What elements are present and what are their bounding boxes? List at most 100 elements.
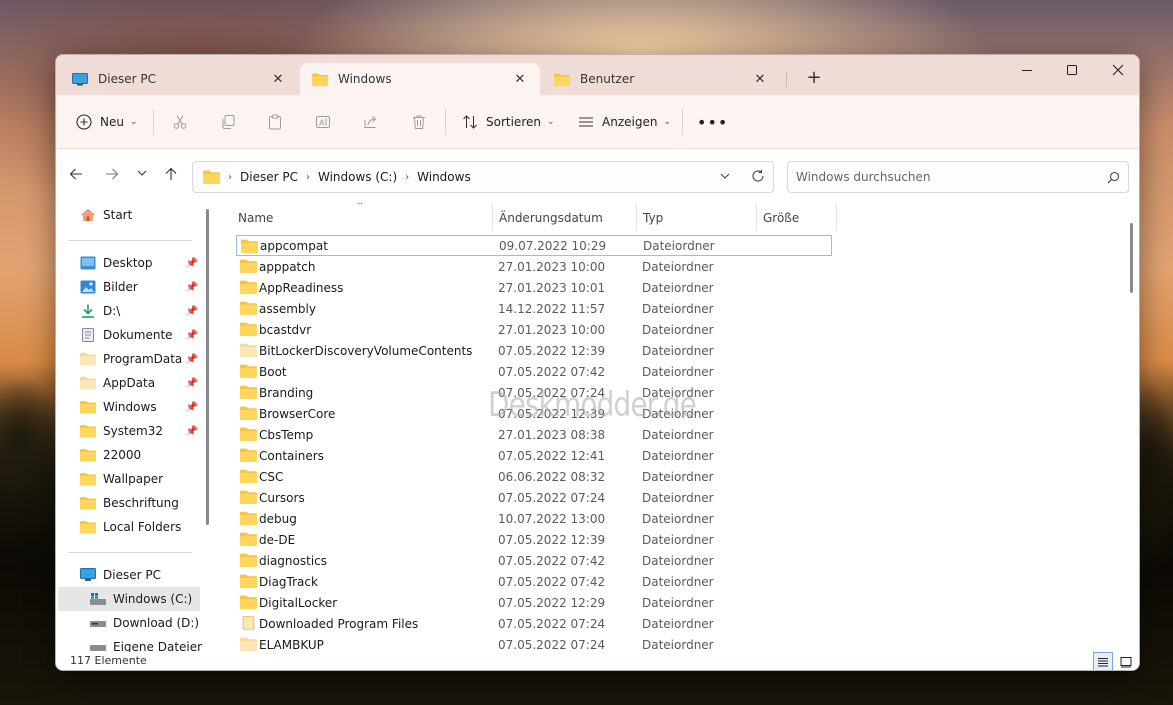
file-row[interactable]: apppatch 27.01.2023 10:00 Dateiordner [236, 256, 832, 277]
file-row[interactable]: AppReadiness 27.01.2023 10:01 Dateiordner [236, 277, 832, 298]
address-bar[interactable]: › Dieser PC › Windows (C:) › Windows [192, 161, 774, 193]
sidebar-item-d-drive[interactable]: D:\ 📌 [56, 299, 202, 323]
tab-benutzer[interactable]: Benutzer ✕ [542, 63, 780, 95]
sidebar-item-22000[interactable]: 22000 [56, 443, 202, 467]
paste-button[interactable] [267, 107, 283, 137]
column-header-name[interactable]: Name [238, 203, 494, 233]
sidebar-item-windows[interactable]: Windows 📌 [56, 395, 202, 419]
scrollbar-thumb[interactable] [206, 209, 209, 525]
sidebar-item-desktop[interactable]: Desktop 📌 [56, 251, 202, 275]
file-row[interactable]: appcompat 09.07.2022 10:29 Dateiordner [236, 235, 832, 256]
sidebar-item-home[interactable]: Start [56, 203, 202, 227]
sidebar-item-label: Dieser PC [103, 568, 161, 582]
column-divider[interactable] [836, 205, 837, 231]
tiles-view-button[interactable] [1116, 652, 1136, 670]
file-row[interactable]: CbsTemp 27.01.2023 08:38 Dateiordner [236, 424, 832, 445]
sidebar-item-bilder[interactable]: Bilder 📌 [56, 275, 202, 299]
breadcrumb-item[interactable]: Windows (C:) [318, 170, 397, 184]
column-divider[interactable] [492, 205, 493, 231]
maximize-button[interactable] [1049, 55, 1095, 85]
new-label: Neu [100, 115, 124, 129]
file-type: Dateiordner [642, 511, 714, 526]
details-view-button[interactable] [1093, 652, 1113, 670]
breadcrumb-item[interactable]: Windows [417, 170, 471, 184]
folder-icon [240, 343, 257, 357]
sidebar-item-drive-c[interactable]: Windows (C:) [58, 587, 200, 611]
column-divider[interactable] [756, 205, 757, 231]
recent-locations-button[interactable] [130, 167, 154, 187]
maximize-icon [1067, 65, 1077, 75]
sort-button[interactable]: Sortieren ⌄ [462, 107, 555, 137]
file-list-scrollbar[interactable] [1127, 205, 1135, 650]
file-row[interactable]: diagnostics 07.05.2022 07:42 Dateiordner [236, 550, 832, 571]
sidebar-item-drive-e[interactable]: Eigene Dateien (E [56, 635, 202, 652]
sidebar-scrollbar[interactable] [204, 205, 210, 650]
view-button[interactable]: Anzeigen ⌄ [578, 107, 671, 137]
address-dropdown-button[interactable] [719, 170, 731, 185]
back-button[interactable] [64, 167, 88, 187]
sidebar-item-label: Desktop [103, 256, 153, 270]
folder-icon [312, 73, 328, 86]
new-button[interactable]: Neu ⌄ [76, 107, 138, 137]
file-row[interactable]: bcastdvr 27.01.2023 10:00 Dateiordner [236, 319, 832, 340]
tab-windows[interactable]: Windows ✕ [300, 63, 540, 95]
new-tab-button[interactable]: + [800, 67, 828, 91]
delete-button[interactable] [411, 107, 427, 137]
sidebar-item-this-pc[interactable]: Dieser PC [56, 563, 202, 587]
file-row[interactable]: BrowserCore 07.05.2022 12:39 Dateiordner [236, 403, 832, 424]
arrow-right-icon [106, 168, 119, 180]
share-button[interactable] [363, 107, 379, 137]
close-icon[interactable]: ✕ [752, 72, 768, 87]
search-input[interactable] [796, 170, 1107, 184]
up-button[interactable] [159, 167, 183, 187]
close-icon[interactable]: ✕ [270, 72, 286, 87]
file-date: 09.07.2022 10:29 [499, 238, 607, 253]
file-row[interactable]: CSC 06.06.2022 08:32 Dateiordner [236, 466, 832, 487]
close-icon[interactable]: ✕ [512, 72, 528, 87]
column-header-type[interactable]: Typ [643, 203, 753, 233]
file-row[interactable]: Branding 07.05.2022 07:24 Dateiordner [236, 382, 832, 403]
sidebar-item-dokumente[interactable]: Dokumente 📌 [56, 323, 202, 347]
file-row[interactable]: Boot 07.05.2022 07:42 Dateiordner [236, 361, 832, 382]
refresh-button[interactable] [751, 169, 765, 186]
column-divider[interactable] [636, 205, 637, 231]
copy-button[interactable] [220, 107, 236, 137]
file-row[interactable]: BitLockerDiscoveryVolumeContents 07.05.20… [236, 340, 832, 361]
chevron-right-icon: › [405, 171, 410, 183]
chevron-down-icon [137, 170, 147, 176]
file-row[interactable]: DiagTrack 07.05.2022 07:42 Dateiordner [236, 571, 832, 592]
file-name: bcastdvr [259, 322, 312, 337]
folder-icon [203, 170, 220, 184]
file-row[interactable]: assembly 14.12.2022 11:57 Dateiordner [236, 298, 832, 319]
more-options-button[interactable]: ••• [697, 107, 728, 137]
forward-button[interactable] [100, 167, 124, 187]
file-row[interactable]: ELAMBKUP 07.05.2022 07:24 Dateiordner [236, 634, 832, 652]
sidebar-item-beschriftung[interactable]: Beschriftung [56, 491, 202, 515]
sidebar-item-local-folders[interactable]: Local Folders [56, 515, 202, 539]
sidebar-item-wallpaper[interactable]: Wallpaper [56, 467, 202, 491]
close-window-button[interactable] [1095, 55, 1139, 85]
minimize-button[interactable] [1004, 55, 1050, 85]
column-header-date[interactable]: Änderungsdatum [499, 203, 639, 233]
rename-button[interactable]: A [315, 107, 331, 137]
sidebar-item-programdata[interactable]: ProgramData 📌 [56, 347, 202, 371]
sidebar-item-label: Bilder [103, 280, 138, 294]
details-view-icon [1098, 658, 1108, 667]
navigation-pane: Start Desktop 📌 Bilder 📌 D:\ 📌 Dokumente… [56, 203, 202, 652]
home-icon [81, 209, 95, 221]
file-row[interactable]: Downloaded Program Files 07.05.2022 07:24… [236, 613, 832, 634]
pictures-icon [80, 280, 96, 294]
file-row[interactable]: Containers 07.05.2022 12:41 Dateiordner [236, 445, 832, 466]
sidebar-item-system32[interactable]: System32 📌 [56, 419, 202, 443]
sidebar-item-appdata[interactable]: AppData 📌 [56, 371, 202, 395]
tab-dieser-pc[interactable]: Dieser PC ✕ [60, 63, 298, 95]
breadcrumb-item[interactable]: Dieser PC [240, 170, 298, 184]
sidebar-item-drive-d[interactable]: Download (D:) [56, 611, 202, 635]
file-row[interactable]: DigitalLocker 07.05.2022 12:29 Dateiordner [236, 592, 832, 613]
scrollbar-thumb[interactable] [1130, 223, 1133, 293]
column-header-size[interactable]: Größe [763, 203, 833, 233]
file-row[interactable]: de-DE 07.05.2022 12:39 Dateiordner [236, 529, 832, 550]
file-row[interactable]: Cursors 07.05.2022 07:24 Dateiordner [236, 487, 832, 508]
file-row[interactable]: debug 10.07.2022 13:00 Dateiordner [236, 508, 832, 529]
cut-button[interactable] [172, 107, 188, 137]
